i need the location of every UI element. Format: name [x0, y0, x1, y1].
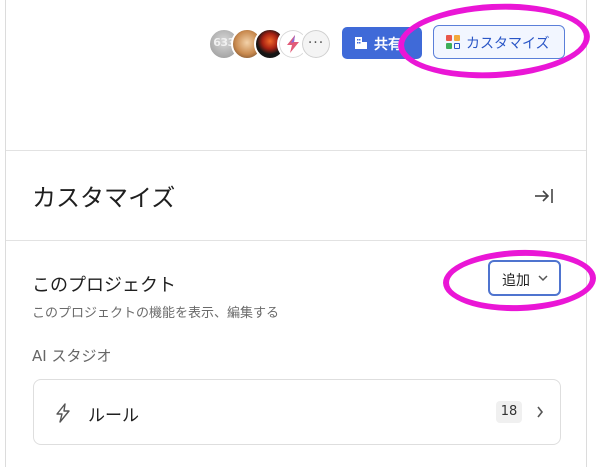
- customize-label: カスタマイズ: [466, 36, 550, 52]
- more-icon: ···: [307, 35, 325, 51]
- rules-item[interactable]: ルール 18: [33, 379, 561, 445]
- add-button[interactable]: 追加: [488, 260, 561, 296]
- ai-studio-label: AI スタジオ: [32, 347, 112, 365]
- lightning-icon: [56, 403, 70, 423]
- divider: [6, 240, 586, 241]
- chevron-right-icon: [537, 406, 544, 418]
- building-icon: [355, 37, 367, 49]
- customize-button[interactable]: カスタマイズ: [433, 25, 565, 59]
- chevron-down-icon: [538, 275, 548, 282]
- app-grid-icon: [446, 35, 460, 49]
- share-label: 共有: [374, 37, 402, 53]
- rules-label: ルール: [88, 406, 139, 426]
- section-description: このプロジェクトの機能を表示、編集する: [32, 306, 280, 321]
- panel-title: カスタマイズ: [32, 184, 176, 212]
- rules-count-badge: 18: [496, 401, 522, 423]
- section-title: このプロジェクト: [32, 275, 176, 296]
- share-button[interactable]: 共有: [342, 27, 422, 59]
- divider: [6, 150, 586, 151]
- top-bar: 633 ··· 共有 カスタマイズ: [6, 0, 586, 150]
- more-avatars-button[interactable]: ···: [300, 28, 332, 60]
- add-label: 追加: [502, 273, 530, 289]
- collapse-panel-icon[interactable]: [533, 186, 555, 206]
- right-border: [586, 0, 587, 467]
